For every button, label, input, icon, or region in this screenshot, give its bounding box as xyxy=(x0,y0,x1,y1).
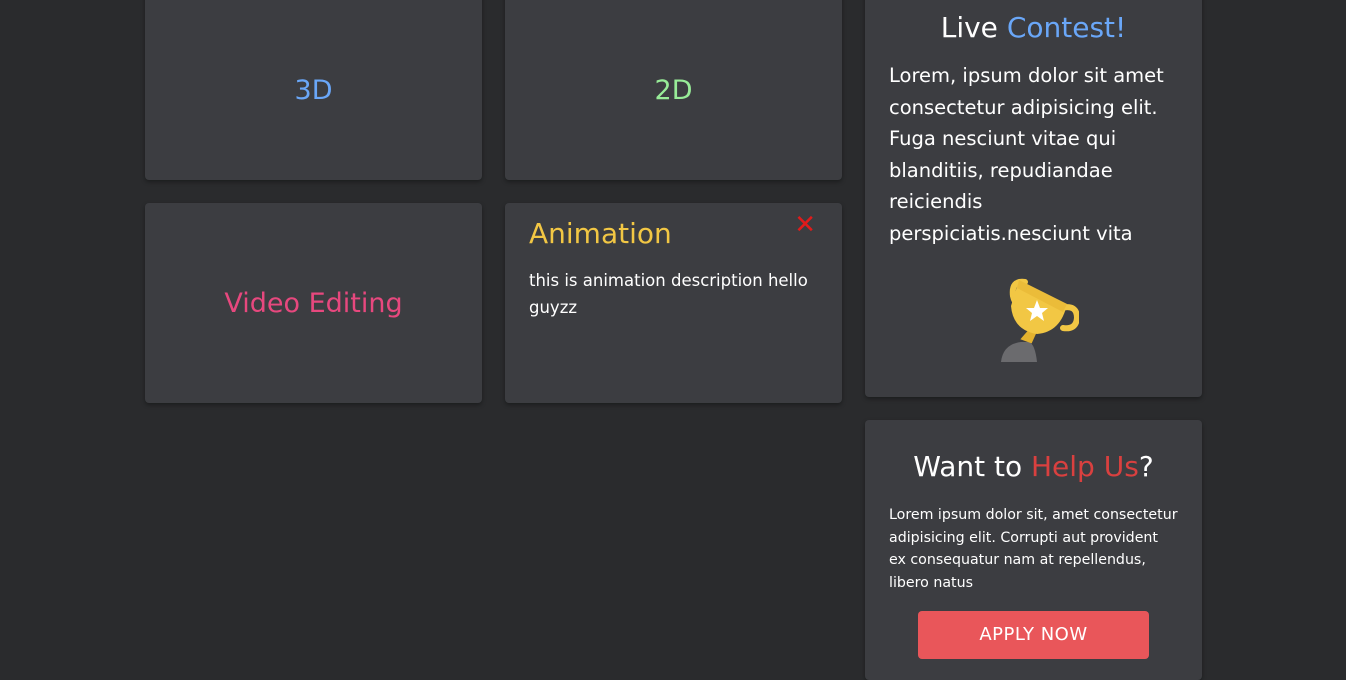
help-description: Lorem ipsum dolor sit, amet consectetur … xyxy=(889,507,1178,591)
contest-title-prefix: Live xyxy=(940,11,1007,44)
help-us-card: Want to Help Us? Lorem ipsum dolor sit, … xyxy=(865,420,1202,680)
live-contest-card: Live Contest! Lorem, ipsum dolor sit ame… xyxy=(865,0,1202,397)
close-icon[interactable]: ✕ xyxy=(794,212,816,238)
help-title-suffix: ? xyxy=(1138,450,1154,483)
help-title-prefix: Want to xyxy=(913,450,1031,483)
help-title: Want to Help Us? xyxy=(889,446,1178,488)
category-card-video-editing[interactable]: Video Editing xyxy=(145,203,482,403)
help-title-highlight: Help Us xyxy=(1030,450,1139,483)
category-label-video-editing: Video Editing xyxy=(224,287,403,319)
contest-title: Live Contest! xyxy=(889,8,1178,48)
category-label-3d: 3D xyxy=(294,74,333,106)
contest-title-highlight: Contest! xyxy=(1006,11,1127,44)
animation-title: Animation xyxy=(529,217,672,250)
animation-description: this is animation description hello guyz… xyxy=(529,271,808,317)
category-card-2d[interactable]: 2D xyxy=(505,0,842,180)
animation-detail-card: Animation ✕ this is animation descriptio… xyxy=(505,203,842,403)
contest-description: Lorem, ipsum dolor sit amet consectetur … xyxy=(889,64,1164,245)
trophy-icon xyxy=(1000,278,1079,362)
category-label-2d: 2D xyxy=(654,74,693,106)
category-card-3d[interactable]: 3D xyxy=(145,0,482,180)
